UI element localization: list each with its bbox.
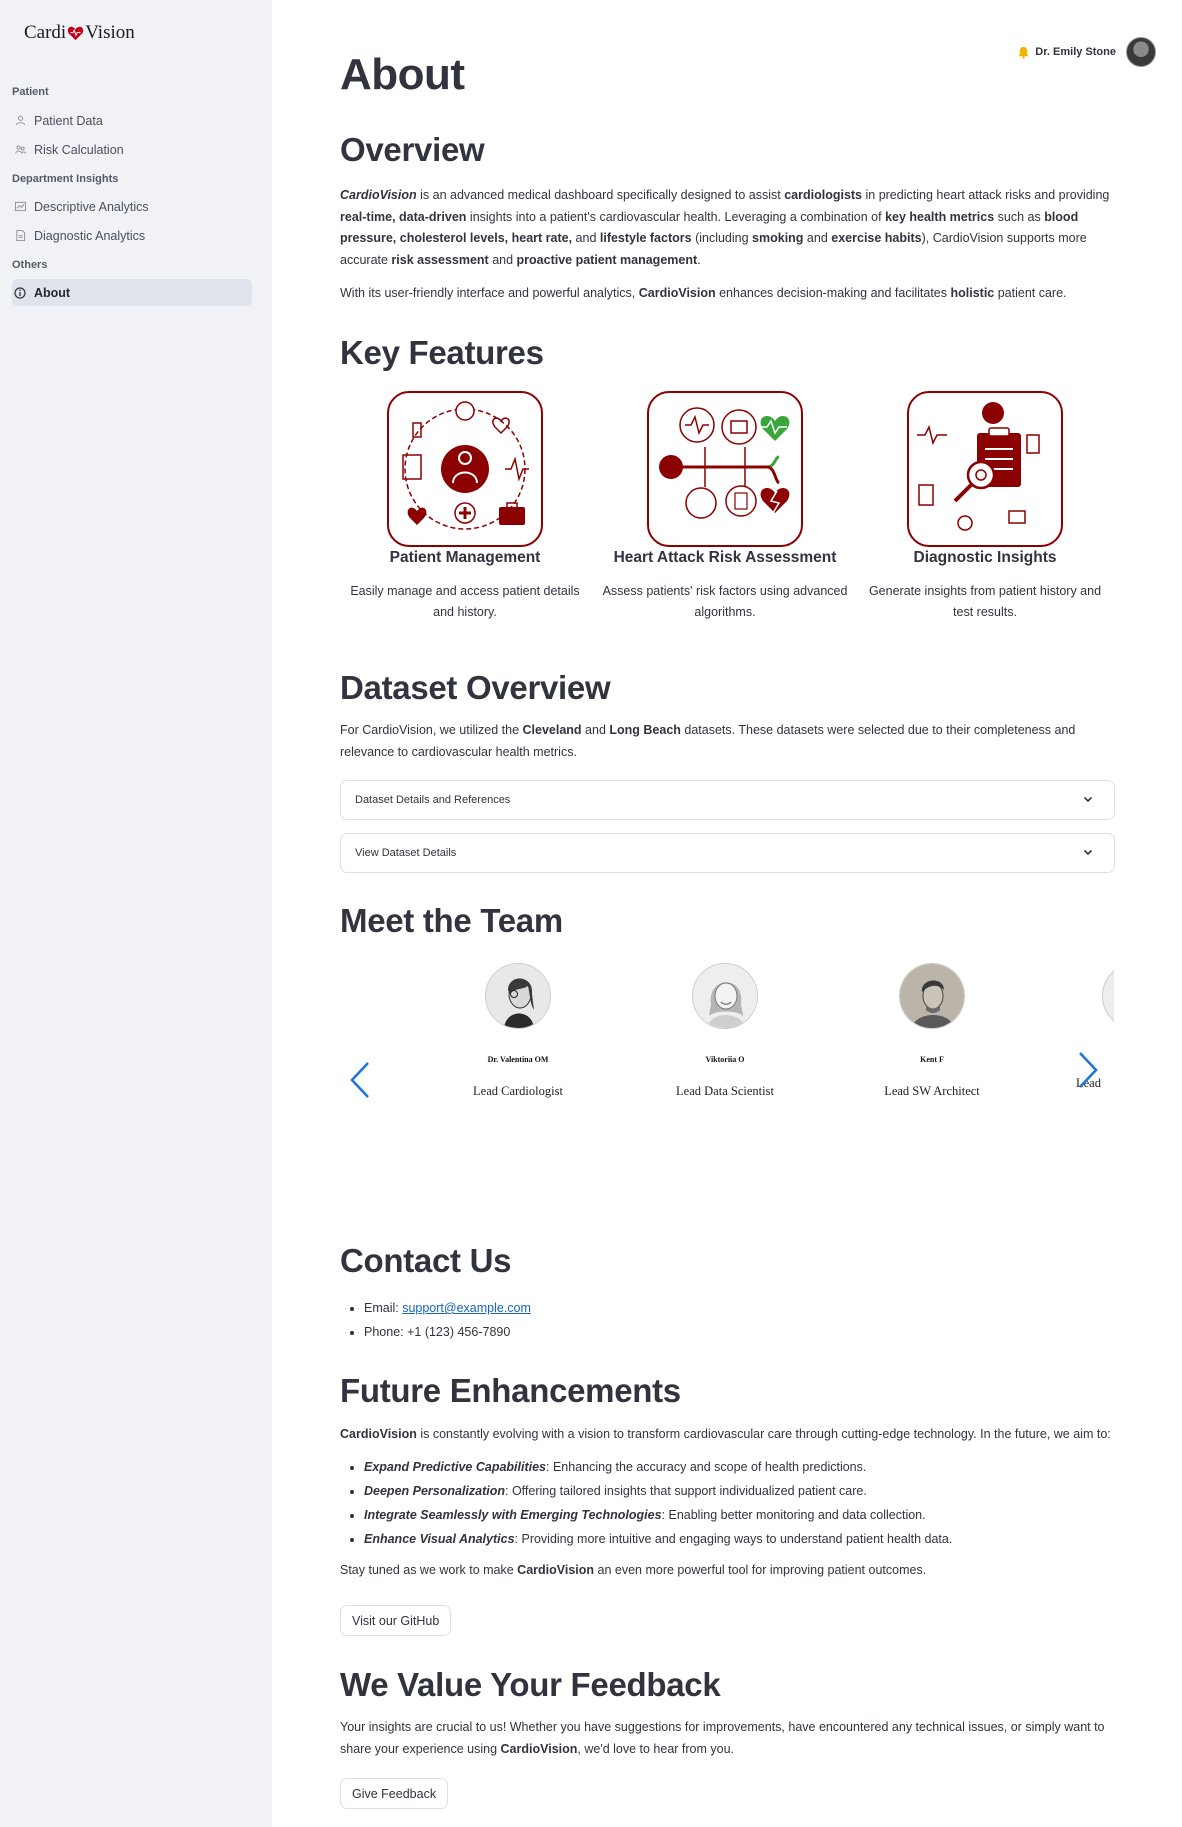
future-intro: CardioVision is constantly evolving with… [340,1427,1111,1441]
app-logo[interactable]: Cardi Vision [24,22,135,44]
sidebar-item-about[interactable]: About [12,279,252,306]
future-item-title: Expand Predictive Capabilities [364,1459,547,1474]
dataset-paragraph: For CardioVision, we utilized the Clevel… [340,723,1076,759]
team-member-photo [485,963,551,1029]
future-item: Deepen Personalization: Offering tailore… [364,1479,1115,1503]
nav-section-others: Others [12,259,48,271]
patient-management-icon [387,391,543,547]
sidebar-item-label: Risk Calculation [34,142,124,157]
sidebar-item-label: Descriptive Analytics [34,199,149,214]
feedback-paragraph: Your insights are crucial to us! Whether… [340,1720,1105,1756]
chevron-down-icon [1083,796,1093,803]
future-item-text: : Providing more intuitive and engaging … [514,1531,953,1546]
sidebar-item-diagnostic-analytics[interactable]: Diagnostic Analytics [12,222,252,249]
future-item: Integrate Seamlessly with Emerging Techn… [364,1503,1115,1527]
person-icon [14,115,26,127]
team-member-card: Viktoriia O Lead Data Scientist [635,963,815,1099]
sidebar-item-label: Diagnostic Analytics [34,228,146,243]
sidebar-item-label: Patient Data [34,113,103,128]
document-icon [14,230,26,242]
contact-list: Email: support@example.com Phone: +1 (12… [340,1296,1115,1344]
future-item-text: : Enhancing the accuracy and scope of he… [546,1459,867,1474]
people-icon [14,144,26,156]
key-features-heading: Key Features [340,334,544,371]
future-item-title: Enhance Visual Analytics [364,1531,515,1546]
contact-email: Email: support@example.com [364,1296,1115,1320]
carousel-prev-icon[interactable] [348,1061,372,1099]
feature-description: Easily manage and access patient details… [350,584,580,619]
feature-diagnostic-insights: Diagnostic Insights Generate insights fr… [860,391,1110,623]
team-member-role: Lead SW Architect [884,1084,980,1098]
team-member-photo [899,963,965,1029]
logo-text-right: Vision [85,22,135,43]
overview-heading: Overview [340,131,485,168]
sidebar-item-patient-data[interactable]: Patient Data [12,107,252,134]
sidebar-item-risk-calculation[interactable]: Risk Calculation [12,136,252,163]
carousel-next-icon[interactable] [1076,1051,1100,1089]
team-member-name: Dr. Valentina OM [487,1055,549,1064]
info-icon [14,286,26,299]
give-feedback-button[interactable]: Give Feedback [340,1778,449,1809]
team-member-card: Dr. Valentina OM Lead Cardiologist [428,963,608,1099]
feature-heart-attack-risk-assessment: Heart Attack Risk Assessment Assess pati… [600,391,850,623]
future-outro: Stay tuned as we work to make CardioVisi… [340,1562,927,1577]
heart-logo-icon [68,26,84,40]
dataset-details-expander[interactable]: Dataset Details and References [340,780,1115,820]
email-label: Email: [364,1301,403,1315]
diagnostic-insights-icon [907,391,1063,547]
team-member-role: Lead Data Scientist [676,1084,774,1098]
chevron-down-icon [1083,849,1093,856]
feedback-heading: We Value Your Feedback [340,1666,721,1703]
team-heading: Meet the Team [340,902,563,939]
feature-title: Patient Management [389,549,541,566]
nav-section-department-insights: Department Insights [12,173,119,185]
future-item-title: Integrate Seamlessly with Emerging Techn… [364,1507,662,1522]
team-member-photo [1102,963,1114,1029]
contact-heading: Contact Us [340,1242,512,1279]
future-item-text: : Enabling better monitoring and data co… [661,1507,926,1522]
logo-text-left: Cardi [24,22,67,43]
nav-section-patient: Patient [12,86,49,98]
team-member-card-partial [1102,963,1114,1093]
overview-paragraph-2: With its user-friendly interface and pow… [340,286,1067,300]
future-item: Enhance Visual Analytics: Providing more… [364,1527,1115,1551]
visit-github-button[interactable]: Visit our GitHub [340,1605,452,1636]
main-content: Dr. Emily Stone About Overview CardioVis… [272,0,1182,1827]
feature-title: Heart Attack Risk Assessment [613,549,837,566]
expander-label: View Dataset Details [355,847,457,859]
feature-title: Diagnostic Insights [913,549,1057,566]
feature-description: Assess patients' risk factors using adva… [602,584,848,619]
team-member-card: Kent F Lead SW Architect [842,963,1022,1099]
future-item: Expand Predictive Capabilities: Enhancin… [364,1455,1115,1479]
sidebar: Cardi Vision Patient Patient Data Risk C… [0,0,272,1827]
page-title: About [340,50,465,99]
overview-paragraph-1: CardioVision is an advanced medical dash… [340,188,1110,267]
future-heading: Future Enhancements [340,1372,681,1409]
dataset-heading: Dataset Overview [340,669,611,706]
sidebar-item-descriptive-analytics[interactable]: Descriptive Analytics [12,193,252,220]
expander-label: Dataset Details and References [355,794,511,806]
team-member-photo [692,963,758,1029]
future-item-title: Deepen Personalization [364,1483,506,1498]
feature-description: Generate insights from patient history a… [868,584,1102,619]
team-member-role: Lead Cardiologist [473,1084,563,1098]
sidebar-item-label: About [34,285,71,300]
email-link[interactable]: support@example.com [402,1301,531,1315]
future-item-text: : Offering tailored insights that suppor… [505,1483,867,1498]
team-member-name: Kent F [920,1055,944,1064]
view-dataset-details-expander[interactable]: View Dataset Details [340,833,1115,873]
feature-patient-management: Patient Management Easily manage and acc… [340,391,590,623]
risk-assessment-icon [647,391,803,547]
chart-icon [14,201,26,213]
team-member-name: Viktoriia O [705,1055,745,1064]
future-list: Expand Predictive Capabilities: Enhancin… [340,1455,1115,1551]
contact-phone: Phone: +1 (123) 456-7890 [364,1320,1115,1344]
avatar[interactable] [1126,37,1156,67]
